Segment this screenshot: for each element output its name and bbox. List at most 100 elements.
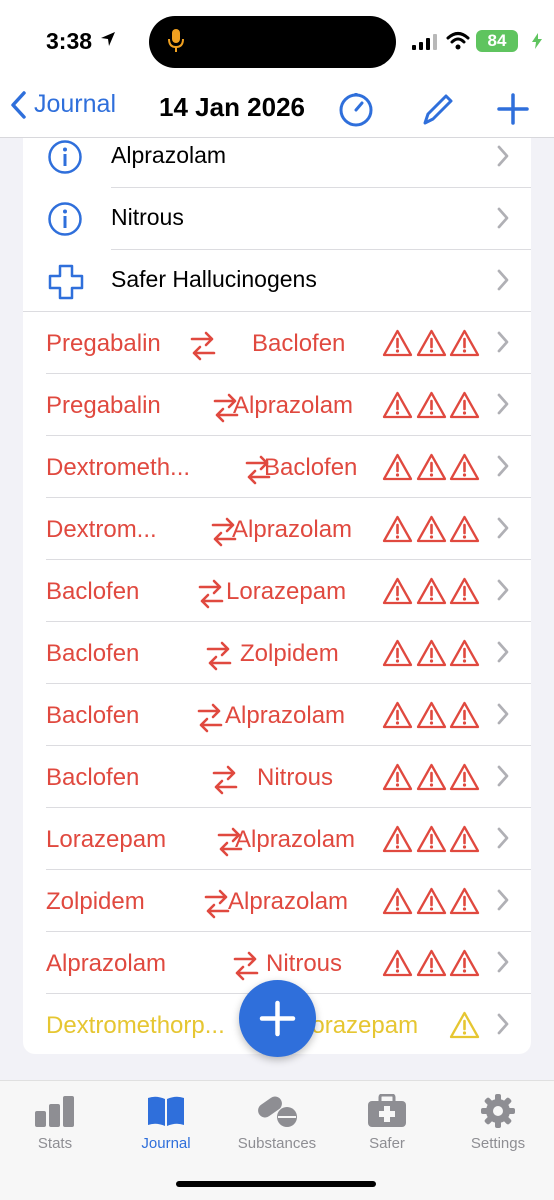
tab-label: Safer bbox=[369, 1135, 405, 1152]
back-button[interactable]: Journal bbox=[10, 90, 116, 119]
interaction-substance-b: Lorazepam bbox=[298, 1012, 419, 1039]
warning-triangle-icon bbox=[416, 329, 447, 364]
warning-triangle-icon bbox=[382, 949, 413, 984]
interaction-substance-b: Baclofen bbox=[252, 330, 346, 357]
interaction-substance-a: Baclofen bbox=[46, 702, 140, 729]
cellular-signal-icon bbox=[412, 34, 438, 55]
interaction-substance-a: Dextrom... bbox=[46, 516, 157, 543]
navigation-bar: Journal 14 Jan 2026 bbox=[0, 82, 554, 138]
tab-settings[interactable]: Settings bbox=[443, 1091, 553, 1152]
warning-triangle-icon bbox=[449, 391, 480, 426]
warning-triangle-icon bbox=[382, 639, 413, 674]
warning-triangle-icon bbox=[416, 887, 447, 922]
timer-icon[interactable] bbox=[337, 90, 375, 133]
interaction-substance-b: Alprazolam bbox=[225, 702, 346, 729]
interaction-substance-b: Nitrous bbox=[257, 764, 334, 791]
interaction-substance-b: Alprazolam bbox=[235, 826, 356, 853]
interaction-substance-b: Zolpidem bbox=[240, 640, 339, 667]
battery-indicator: 84 bbox=[476, 30, 518, 52]
interaction-substance-a: Pregabalin bbox=[46, 330, 161, 357]
charging-icon bbox=[532, 33, 542, 54]
tab-journal[interactable]: Journal bbox=[111, 1091, 221, 1152]
home-indicator bbox=[176, 1181, 376, 1187]
chevron-right-icon bbox=[497, 331, 509, 360]
tab-substances[interactable]: Substances bbox=[222, 1091, 332, 1152]
warning-triangle-icon bbox=[416, 515, 447, 550]
interaction-substance-a: Zolpidem bbox=[46, 888, 145, 915]
interaction-row[interactable]: Baclofen Nitrous bbox=[23, 746, 531, 808]
chevron-right-icon bbox=[497, 1013, 509, 1042]
status-time: 3:38 bbox=[46, 28, 93, 54]
pencil-icon[interactable] bbox=[420, 90, 454, 133]
interaction-substance-a: Baclofen bbox=[46, 640, 140, 667]
interaction-substance-b: Nitrous bbox=[266, 950, 343, 977]
warning-triangle-icon bbox=[449, 887, 480, 922]
interaction-substance-a: Alprazolam bbox=[46, 950, 167, 977]
plus-icon bbox=[259, 1000, 296, 1037]
warning-triangle-icon bbox=[382, 763, 413, 798]
interaction-substance-b: Baclofen bbox=[264, 454, 358, 481]
interaction-row[interactable]: Zolpidem Alprazolam bbox=[23, 870, 531, 932]
add-ingestion-button[interactable] bbox=[239, 980, 316, 1057]
journal-book-icon bbox=[111, 1091, 221, 1131]
chevron-right-icon bbox=[497, 455, 509, 484]
swap-arrows-icon bbox=[188, 330, 218, 369]
info-row-alprazolam[interactable]: Alprazolam bbox=[23, 138, 531, 188]
tab-safer[interactable]: Safer bbox=[332, 1091, 442, 1152]
interaction-substance-a: Pregabalin bbox=[46, 392, 161, 419]
info-row-nitrous[interactable]: Nitrous bbox=[23, 188, 531, 250]
interaction-row[interactable]: Lorazepam Alprazolam bbox=[23, 808, 531, 870]
swap-arrows-icon bbox=[196, 578, 226, 617]
chevron-right-icon bbox=[497, 145, 509, 172]
warning-triangle-icon bbox=[416, 825, 447, 860]
warning-triangle-icon bbox=[382, 887, 413, 922]
interaction-row[interactable]: Baclofen Alprazolam bbox=[23, 684, 531, 746]
interaction-row[interactable]: Baclofen Lorazepam bbox=[23, 560, 531, 622]
chevron-right-icon bbox=[497, 269, 509, 296]
interaction-substance-b: Alprazolam bbox=[228, 888, 349, 915]
chevron-right-icon bbox=[497, 641, 509, 670]
warning-triangle-icon bbox=[449, 639, 480, 674]
stats-icon bbox=[0, 1091, 110, 1131]
warning-triangle-icon bbox=[449, 453, 480, 488]
add-icon[interactable] bbox=[497, 90, 529, 133]
back-label: Journal bbox=[34, 90, 116, 118]
warning-triangle-icon bbox=[382, 453, 413, 488]
warning-triangle-icon bbox=[382, 577, 413, 612]
swap-arrows-icon bbox=[231, 950, 261, 989]
warning-triangle-icon bbox=[416, 701, 447, 736]
tab-label: Journal bbox=[141, 1135, 191, 1152]
warning-triangle-icon bbox=[449, 825, 480, 860]
interaction-row[interactable]: Pregabalin Alprazolam bbox=[23, 374, 531, 436]
warning-triangle-icon bbox=[416, 577, 447, 612]
interaction-row[interactable]: Pregabalin Baclofen bbox=[23, 312, 531, 374]
warning-triangle-icon bbox=[382, 515, 413, 550]
swap-arrows-icon bbox=[204, 640, 234, 679]
info-row-label: Nitrous bbox=[111, 204, 184, 230]
info-row-safer-hallucinogens[interactable]: Safer Hallucinogens bbox=[23, 250, 531, 312]
chevron-right-icon bbox=[497, 393, 509, 422]
chevron-right-icon bbox=[497, 207, 509, 234]
warning-triangle-icon bbox=[416, 639, 447, 674]
chevron-right-icon bbox=[497, 703, 509, 732]
warning-triangle-icon bbox=[449, 515, 480, 550]
chevron-right-icon bbox=[497, 889, 509, 918]
warning-triangle-icon bbox=[449, 577, 480, 612]
info-icon bbox=[47, 201, 83, 242]
interaction-row[interactable]: Dextrometh... Baclofen bbox=[23, 436, 531, 498]
interaction-substance-a: Baclofen bbox=[46, 764, 140, 791]
interaction-substance-a: Dextrometh... bbox=[46, 454, 191, 481]
tab-label: Settings bbox=[470, 1135, 526, 1152]
interaction-row[interactable]: Baclofen Zolpidem bbox=[23, 622, 531, 684]
chevron-right-icon bbox=[497, 827, 509, 856]
info-row-label: Safer Hallucinogens bbox=[111, 266, 317, 292]
info-row-label: Alprazolam bbox=[111, 142, 227, 168]
tab-stats[interactable]: Stats bbox=[0, 1091, 110, 1152]
warning-triangle-icon bbox=[449, 763, 480, 798]
interaction-row[interactable]: Dextrom... Alprazolam bbox=[23, 498, 531, 560]
interaction-substance-b: Alprazolam bbox=[233, 392, 354, 419]
warning-triangle-icon bbox=[449, 1011, 480, 1046]
warning-triangle-icon bbox=[416, 453, 447, 488]
warning-triangle-icon bbox=[382, 701, 413, 736]
interaction-substance-b: Alprazolam bbox=[232, 516, 353, 543]
